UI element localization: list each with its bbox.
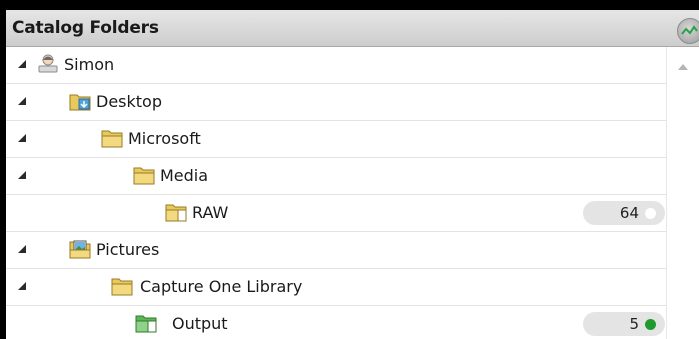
vertical-scrollbar[interactable] [666,47,699,339]
expand-arrow-icon[interactable] [18,171,26,179]
tree-row-output[interactable]: Output 5 [6,306,667,339]
expand-arrow-icon[interactable] [18,245,26,253]
tree-label: Microsoft [128,129,201,148]
tree-row-simon[interactable]: Simon [6,47,667,84]
expand-arrow-icon[interactable] [18,60,26,68]
tree-label: Simon [64,55,115,74]
tree-row-media[interactable]: Media [6,158,667,195]
expand-arrow-icon[interactable] [18,97,26,105]
activity-status-icon[interactable] [677,18,699,44]
expand-arrow-icon[interactable] [18,134,26,142]
folder-icon [110,275,134,297]
image-count: 5 [629,315,639,333]
image-count-badge: 5 [583,312,665,336]
tree-label: Capture One Library [140,277,303,296]
image-count-badge: 64 [583,201,665,225]
tree-row-desktop[interactable]: Desktop [6,84,667,121]
panel-title: Catalog Folders [12,18,159,38]
folder-icon [132,164,156,186]
tree-row-microsoft[interactable]: Microsoft [6,121,667,158]
tree-label: Desktop [96,92,162,111]
scroll-up-arrow-icon[interactable] [678,64,688,70]
tree-label: Media [160,166,209,185]
folder-icon [100,127,124,149]
tree-row-pictures[interactable]: Pictures [6,232,667,269]
tree-row-raw[interactable]: RAW 64 [6,195,667,232]
tree-label: Pictures [96,240,160,259]
image-count: 64 [619,204,639,222]
tree-label: Output [172,314,228,333]
panel-header: Catalog Folders [6,10,699,47]
sync-status-empty-icon [645,208,656,219]
user-computer-icon [36,53,60,75]
expand-arrow-icon[interactable] [18,282,26,290]
output-folder-icon [134,312,158,334]
tree-label: RAW [192,203,229,222]
catalog-folders-panel: Catalog Folders Simon Desktop Microsoft … [6,10,699,339]
folder-open-icon [164,201,188,223]
sync-status-green-icon [645,319,656,330]
desktop-folder-icon [68,90,92,112]
pictures-folder-icon [68,238,92,260]
tree-row-capture-one-library[interactable]: Capture One Library [6,269,667,306]
